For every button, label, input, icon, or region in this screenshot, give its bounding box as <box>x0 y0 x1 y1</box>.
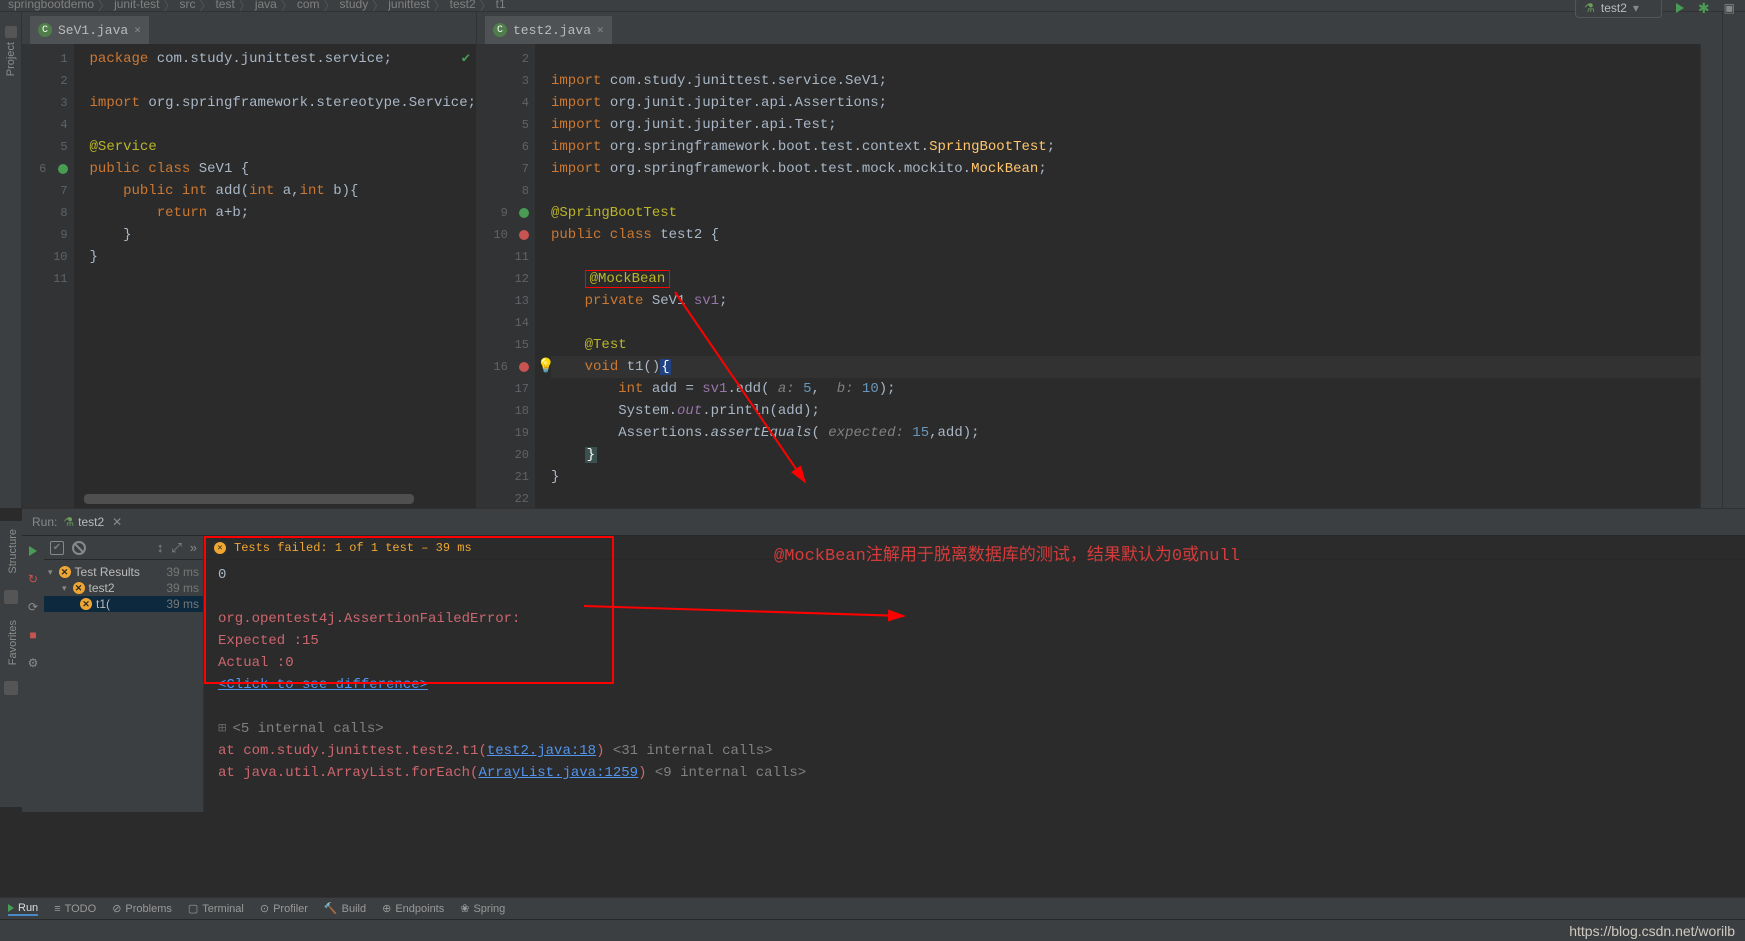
run-toolbar: ↻ ⟳ ■ ⚙ <box>22 536 44 812</box>
fold-icon[interactable]: ⊞ <box>218 721 226 737</box>
test-toolbar: ✔ ↕ ⤢ » <box>44 536 203 560</box>
expand-icon[interactable]: ⤢ <box>171 540 181 556</box>
bottom-tab-spring[interactable]: ❀ Spring <box>460 902 505 915</box>
gutter-left: 12345 6 7891011 <box>22 44 74 508</box>
chinese-annotation: @MockBean注解用于脱离数据库的测试，结果默认为0或null <box>774 540 1240 566</box>
project-tab[interactable]: Project <box>5 42 17 76</box>
editor-left[interactable]: package com.study.junittest.service;✔ im… <box>74 44 476 508</box>
sort-icon[interactable]: ↕ <box>157 540 164 555</box>
test-status-text: Tests failed: 1 of 1 test – 39 ms <box>234 541 472 555</box>
bottom-tab-run[interactable]: Run <box>8 902 38 916</box>
breadcrumb[interactable]: springbootdemo〉junit-test〉src〉test〉java〉… <box>8 0 506 14</box>
favorites-icon[interactable] <box>4 681 18 695</box>
close-icon[interactable]: ✕ <box>597 23 604 37</box>
tree-root[interactable]: ▾✕ Test Results39 ms <box>44 564 203 580</box>
rerun-icon[interactable] <box>26 544 40 558</box>
flask-icon: ⚗ <box>63 515 74 529</box>
crumb[interactable]: study <box>340 0 369 14</box>
structure-tab[interactable]: Structure <box>0 521 22 582</box>
bottom-tab-profiler[interactable]: ⊙ Profiler <box>260 902 308 915</box>
close-icon[interactable]: ✕ <box>134 23 141 37</box>
structure-icon[interactable] <box>4 590 18 604</box>
fail-status-icon: ✕ <box>59 566 71 578</box>
stack-link[interactable]: test2.java:18 <box>487 743 596 759</box>
scrollbar-thumb[interactable] <box>84 494 414 504</box>
run-label: Run: <box>32 515 57 529</box>
bottom-toolbar: Run ≡ TODO ⊘ Problems ▢ Terminal ⊙ Profi… <box>0 897 1745 919</box>
left-tool-strip: Project <box>0 12 22 508</box>
gutter-right: 2345678 9 10 1112131415 16 171819202122 <box>477 44 535 508</box>
bottom-tab-terminal[interactable]: ▢ Terminal <box>188 902 244 915</box>
debug-icon[interactable]: ✱ <box>1698 0 1710 17</box>
left-side-tools: Structure Favorites <box>0 521 22 807</box>
tab-label: test2.java <box>513 23 591 38</box>
tree-node-method[interactable]: ✕ t1(39 ms <box>44 596 203 612</box>
stop-icon[interactable]: ■ <box>26 628 40 642</box>
crumb[interactable]: src <box>179 0 195 14</box>
crumb[interactable]: com <box>297 0 320 14</box>
watermark: https://blog.csdn.net/worilb <box>1569 923 1735 939</box>
settings-icon[interactable]: ⚙ <box>26 656 40 670</box>
class-icon: C <box>38 23 52 37</box>
bulb-icon[interactable]: 💡 <box>537 356 554 378</box>
crumb[interactable]: t1 <box>496 0 506 14</box>
bottom-tab-endpoints[interactable]: ⊕ Endpoints <box>382 902 444 915</box>
class-icon: C <box>493 23 507 37</box>
run-config-selector[interactable]: ⚗test2▾ <box>1575 0 1662 18</box>
tree-node-class[interactable]: ▾✕ test239 ms <box>44 580 203 596</box>
bottom-tab-problems[interactable]: ⊘ Problems <box>112 902 172 915</box>
test-fail-gutter-icon[interactable] <box>519 362 529 372</box>
run-icon[interactable] <box>1676 3 1684 13</box>
crumb[interactable]: junit-test <box>114 0 159 14</box>
class-gutter-icon[interactable] <box>58 164 68 174</box>
mockbean-annotation: @MockBean <box>590 271 666 287</box>
console-panel: ✕ Tests failed: 1 of 1 test – 39 ms 0 or… <box>204 536 1745 812</box>
right-gutter <box>1700 44 1722 508</box>
run-tab-test2[interactable]: ⚗ test2 ✕ <box>63 515 122 529</box>
toggle-autorun-icon[interactable]: ⟳ <box>26 600 40 614</box>
diff-link[interactable]: <Click to see difference> <box>218 677 428 693</box>
breadcrumb-bar: springbootdemo〉junit-test〉src〉test〉java〉… <box>0 0 1745 12</box>
test-tree-panel: ✔ ↕ ⤢ » ▾✕ Test Results39 ms ▾✕ test239 … <box>44 536 204 812</box>
run-window-tabs: Run: ⚗ test2 ✕ <box>22 508 1745 536</box>
console-output[interactable]: 0 org.opentest4j.AssertionFailedError: E… <box>204 560 1745 784</box>
check-icon: ✔ <box>462 48 470 70</box>
fail-status-icon: ✕ <box>214 542 226 554</box>
tab-test2[interactable]: C test2.java ✕ <box>485 16 612 44</box>
close-icon[interactable]: ✕ <box>112 515 122 529</box>
stack-link[interactable]: ArrayList.java:1259 <box>478 765 638 781</box>
editor-right[interactable]: import com.study.junittest.service.SeV1;… <box>535 44 1700 508</box>
status-bar <box>0 919 1745 941</box>
tab-label: SeV1.java <box>58 23 128 38</box>
test-fail-gutter-icon[interactable] <box>519 230 529 240</box>
fail-status-icon: ✕ <box>73 582 85 594</box>
bottom-tab-todo[interactable]: ≡ TODO <box>54 903 96 915</box>
fail-status-icon: ✕ <box>80 598 92 610</box>
favorites-tab[interactable]: Favorites <box>0 612 22 673</box>
tab-sev1[interactable]: C SeV1.java ✕ <box>30 16 149 44</box>
crumb[interactable]: test2 <box>450 0 476 14</box>
crumb[interactable]: springbootdemo <box>8 0 94 14</box>
run-class-gutter-icon[interactable] <box>519 208 529 218</box>
crumb[interactable]: junittest <box>388 0 429 14</box>
coverage-icon[interactable]: ▣ <box>1724 1 1735 15</box>
show-ignored-icon[interactable] <box>72 541 86 555</box>
rerun-failed-icon[interactable]: ↻ <box>26 572 40 586</box>
crumb[interactable]: test <box>215 0 234 14</box>
project-icon[interactable] <box>5 26 17 38</box>
bottom-tab-build[interactable]: 🔨 Build <box>324 902 366 915</box>
crumb[interactable]: java <box>255 0 277 14</box>
right-tool-strip <box>1723 12 1745 508</box>
show-passed-icon[interactable]: ✔ <box>50 541 64 555</box>
